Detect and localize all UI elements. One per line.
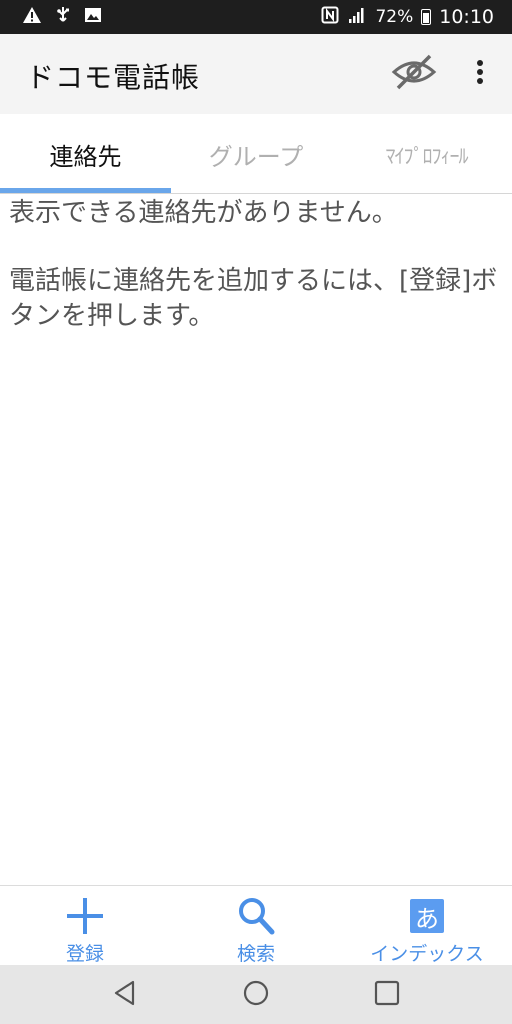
empty-message-line1: 表示できる連絡先がありません。 (9, 198, 398, 228)
battery-percent: 72% (375, 7, 414, 27)
overflow-menu-button[interactable] (462, 52, 498, 96)
index-label: インデックス (370, 943, 484, 965)
index-icon-wrapper: あ (410, 894, 444, 938)
tab-bar: 連絡先 グループ ﾏｲﾌﾟﾛﾌｨｰﾙ (0, 114, 512, 194)
status-right-icons: 72% 10:10 (321, 6, 494, 28)
empty-message-line2: 電話帳に連絡先を追加するには、[登録]ボタンを押します。 (9, 266, 498, 331)
visibility-off-icon (391, 52, 437, 96)
register-button[interactable]: 登録 (0, 886, 170, 966)
app-title: ドコモ電話帳 (26, 61, 201, 94)
recent-apps-button[interactable] (367, 977, 407, 1013)
more-vert-icon (476, 59, 484, 89)
recent-apps-icon (373, 979, 401, 1011)
search-icon (236, 894, 276, 938)
index-button[interactable]: あ インデックス (342, 886, 512, 966)
battery-icon (421, 9, 432, 25)
back-button[interactable] (105, 977, 145, 1013)
usb-icon (54, 6, 72, 28)
search-label: 検索 (236, 943, 275, 965)
status-left-icons (22, 6, 102, 28)
warning-icon (22, 6, 42, 28)
back-icon (112, 979, 138, 1011)
signal-icon (347, 6, 367, 28)
register-label: 登録 (65, 943, 104, 965)
empty-state-message: 表示できる連絡先がありません。 電話帳に連絡先を追加するには、[登録]ボタンを押… (9, 196, 499, 334)
tab-groups[interactable]: グループ (171, 114, 341, 194)
bottom-action-bar: 登録 検索 あ インデックス (0, 885, 512, 965)
search-button[interactable]: 検索 (171, 886, 341, 966)
status-bar: 72% 10:10 (0, 0, 512, 34)
home-icon (242, 979, 270, 1011)
tab-indicator (0, 188, 171, 193)
plus-icon (65, 894, 105, 938)
app-bar: ドコモ電話帳 (0, 34, 512, 114)
tab-contacts[interactable]: 連絡先 (0, 114, 171, 194)
home-button[interactable] (236, 977, 276, 1013)
system-nav-bar (0, 965, 512, 1024)
tab-my-profile[interactable]: ﾏｲﾌﾟﾛﾌｨｰﾙ (341, 114, 512, 194)
clock: 10:10 (439, 6, 494, 28)
index-icon: あ (410, 899, 444, 933)
image-icon (84, 6, 102, 28)
nfc-icon (321, 6, 339, 28)
visibility-toggle-button[interactable] (388, 52, 440, 96)
